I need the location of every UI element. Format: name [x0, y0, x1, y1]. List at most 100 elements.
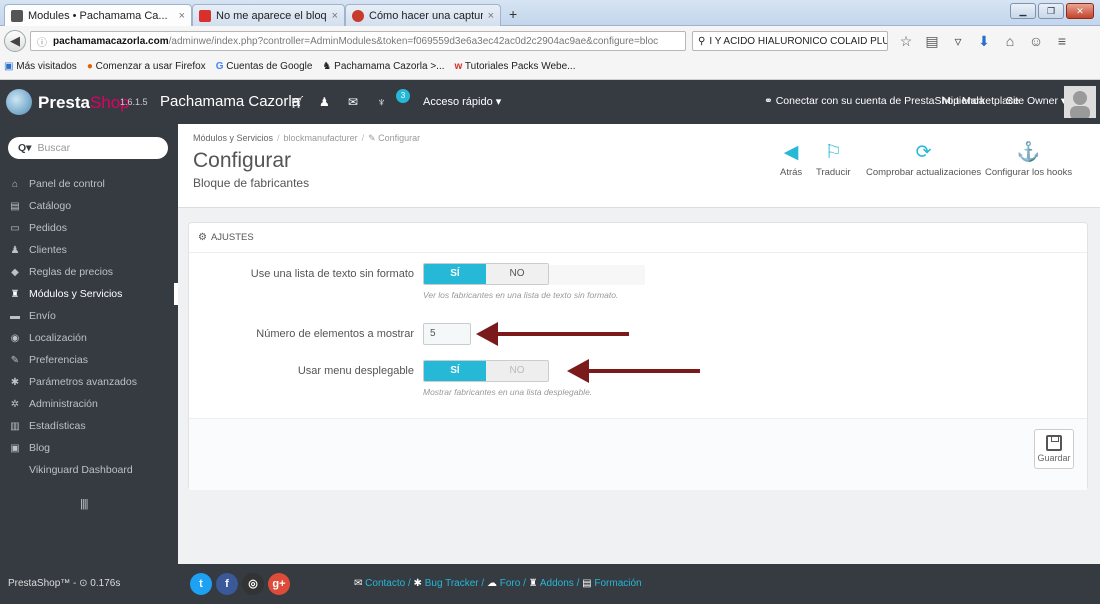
cart-icon[interactable]: 🛒︎	[290, 95, 305, 109]
trophy-icon[interactable]: ♆	[377, 95, 386, 109]
avatar[interactable]	[1064, 86, 1096, 118]
toggle-no[interactable]: NO	[486, 264, 548, 284]
mail-icon: ✉	[354, 578, 363, 589]
user-menu[interactable]: Site Owner ▾	[1006, 95, 1066, 107]
user-icon[interactable]: ♟	[319, 95, 330, 109]
forum-icon: w	[454, 60, 463, 72]
twitter-icon[interactable]: t	[190, 573, 212, 595]
contact-link[interactable]: Contacto	[365, 578, 405, 589]
collapse-sidebar-handle[interactable]: ||||	[80, 498, 89, 510]
close-tab-icon[interactable]: ×	[488, 10, 494, 22]
sidebar-item-icon: ◉	[10, 332, 20, 344]
sidebar-item[interactable]: ✲ Administración	[0, 393, 178, 415]
settings-panel: ⚙ AJUSTES Use una lista de texto sin for…	[188, 222, 1088, 490]
dropdown-toggle[interactable]: SÍ NO	[423, 360, 549, 382]
mail-icon[interactable]: ✉	[348, 95, 358, 109]
sidebar-item[interactable]: ♟ Clientes	[0, 239, 178, 261]
prestashop-logo-icon[interactable]	[6, 89, 32, 115]
github-icon[interactable]: ◎	[242, 573, 264, 595]
save-button[interactable]: Guardar	[1034, 429, 1074, 469]
prestashop-favicon-icon	[11, 10, 23, 22]
sidebar-item-icon: ▭	[10, 222, 20, 234]
configure-hooks-button[interactable]: ⚓ Configurar los hooks	[985, 141, 1072, 178]
forum-link[interactable]: Foro	[500, 578, 521, 589]
window-controls: ▁ ❐ ✕	[1010, 3, 1094, 19]
breadcrumb-modules[interactable]: Módulos y Servicios	[193, 133, 273, 143]
browser-tab-forum[interactable]: No me aparece el bloque d... ×	[192, 4, 345, 26]
sidebar-item[interactable]: ▭ Pedidos	[0, 217, 178, 239]
sidebar-item[interactable]: Vikinguard Dashboard	[0, 459, 178, 481]
sidebar-item[interactable]: ▣ Blog	[0, 437, 178, 459]
check-updates-button[interactable]: ⟳ Comprobar actualizaciones	[866, 141, 981, 178]
chat-icon[interactable]: ☺	[1026, 31, 1046, 51]
sidebar-item[interactable]: ✎ Preferencias	[0, 349, 178, 371]
bookmark-tutorials[interactable]: w Tutoriales Packs Webe...	[455, 61, 576, 72]
addons-link[interactable]: Addons	[540, 578, 574, 589]
floppy-disk-icon	[1046, 435, 1062, 451]
sidebar-item[interactable]: ⌂ Panel de control	[0, 173, 178, 195]
search-bar[interactable]: ⚲ I Y ACIDO HIALURONICO COLAID PLUS →	[692, 31, 888, 51]
sidebar-item[interactable]: ♜ Módulos y Servicios	[0, 283, 178, 305]
close-tab-icon[interactable]: ×	[332, 10, 338, 22]
facebook-icon[interactable]: f	[216, 573, 238, 595]
toggle-ghost	[549, 265, 645, 285]
bookmark-firefox-start[interactable]: ● Comenzar a usar Firefox	[87, 61, 206, 72]
sidebar-item-label: Panel de control	[29, 178, 105, 190]
my-store-link[interactable]: Mi tienda	[942, 95, 985, 107]
bookmark-google[interactable]: G Cuentas de Google	[216, 61, 313, 72]
sidebar-item-label: Parámetros avanzados	[29, 376, 137, 388]
browser-tab-modules[interactable]: Modules • Pachamama Ca... ×	[4, 4, 192, 27]
clipboard-icon[interactable]: ▤	[922, 31, 942, 51]
back-toolbar-button[interactable]: ◀ Atrás	[780, 141, 802, 178]
url-domain: pachamamacazorla.com	[53, 35, 169, 47]
google-plus-icon[interactable]: g+	[268, 573, 290, 595]
sidebar-item[interactable]: ▥ Estadísticas	[0, 415, 178, 437]
quick-access-menu[interactable]: Acceso rápido ▾	[423, 95, 501, 108]
gears-icon: ⚙	[198, 232, 207, 243]
sidebar-item[interactable]: ◉ Localización	[0, 327, 178, 349]
sidebar-item[interactable]: ✱ Parámetros avanzados	[0, 371, 178, 393]
bookmark-star-icon[interactable]: ☆	[896, 31, 916, 51]
back-button[interactable]: ◀	[4, 30, 26, 52]
shop-name[interactable]: Pachamama Cazorla	[160, 93, 300, 110]
forum-icon: ☁	[486, 578, 497, 589]
translate-button[interactable]: ⚐ Traducir	[816, 141, 851, 178]
count-input[interactable]: 5	[423, 323, 471, 345]
bookmark-pachamama[interactable]: ♞ Pachamama Cazorla >...	[322, 61, 444, 72]
toggle-yes[interactable]: SÍ	[424, 361, 486, 381]
training-link[interactable]: Formación	[594, 578, 641, 589]
minimize-icon[interactable]: ▁	[1010, 3, 1036, 19]
sidebar-item-label: Vikinguard Dashboard	[29, 464, 133, 476]
sidebar-search-input[interactable]: Q▾ Buscar	[8, 137, 168, 159]
panel-heading: ⚙ AJUSTES	[189, 223, 1087, 253]
text-list-toggle[interactable]: SÍ NO	[423, 263, 549, 285]
sidebar-item[interactable]: ◆ Reglas de precios	[0, 261, 178, 283]
bookmark-most-visited[interactable]: ▣ Más visitados	[4, 61, 77, 72]
bug-tracker-link[interactable]: Bug Tracker	[425, 578, 479, 589]
sidebar-item-label: Administración	[29, 398, 98, 410]
toggle-no[interactable]: NO	[486, 361, 548, 381]
annotation-arrow-icon	[567, 359, 700, 383]
close-tab-icon[interactable]: ×	[179, 10, 185, 22]
info-icon[interactable]: ⓘ	[37, 34, 47, 49]
menu-icon[interactable]: ≡	[1052, 31, 1072, 51]
browser-tab-screenshot-help[interactable]: Cómo hacer una captura d... ×	[345, 4, 501, 26]
tab-label: No me aparece el bloque d...	[216, 9, 327, 22]
help-favicon-icon	[352, 9, 364, 22]
sidebar-item[interactable]: ▬ Envío	[0, 305, 178, 327]
brand-name[interactable]: PrestaShop	[38, 93, 130, 113]
breadcrumb-module[interactable]: blockmanufacturer	[284, 133, 358, 143]
sidebar-menu: ⌂ Panel de control ▤ Catálogo ▭ Pedidos ♟ Clien…	[0, 173, 178, 481]
prestashop-icon: ♞	[322, 60, 332, 72]
sidebar-item[interactable]: ▤ Catálogo	[0, 195, 178, 217]
home-icon[interactable]: ⌂	[1000, 31, 1020, 51]
search-icon[interactable]: Q▾	[18, 142, 31, 154]
url-bar[interactable]: ⓘ pachamamacazorla.com/adminwe/index.php…	[30, 31, 686, 51]
download-icon[interactable]: ⬇	[974, 31, 994, 51]
annotation-arrow-icon	[476, 322, 629, 346]
maximize-icon[interactable]: ❐	[1038, 3, 1064, 19]
toggle-yes[interactable]: SÍ	[424, 264, 486, 284]
pocket-icon[interactable]: ▿	[948, 31, 968, 51]
new-tab-button[interactable]: +	[509, 6, 517, 22]
close-window-icon[interactable]: ✕	[1066, 3, 1094, 19]
